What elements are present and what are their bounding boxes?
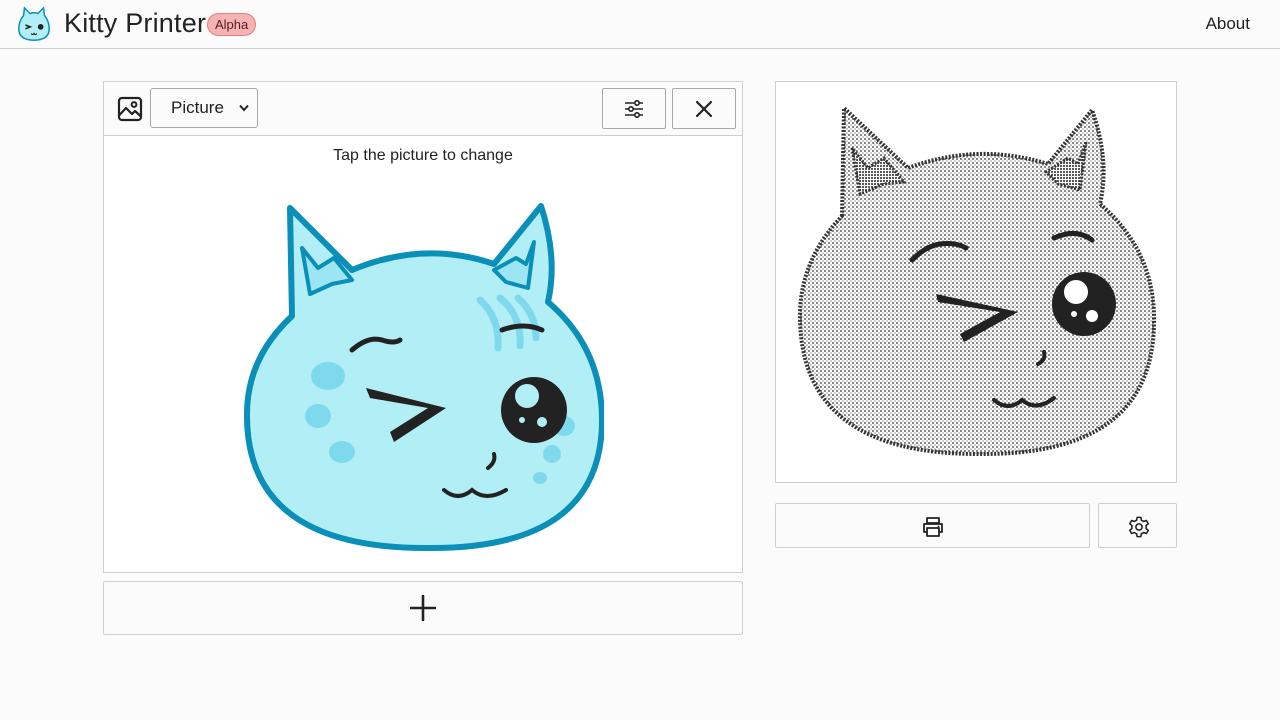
print-button[interactable] — [775, 503, 1090, 548]
alpha-badge: Alpha — [207, 13, 257, 36]
tap-hint: Tap the picture to change — [333, 147, 513, 164]
add-element-button[interactable] — [103, 581, 743, 635]
app-title: Kitty Printer — [64, 8, 207, 38]
cat-picture[interactable] — [244, 198, 604, 552]
top-bar: Kitty Printer Alpha About — [0, 0, 1280, 49]
gear-icon — [1128, 516, 1150, 538]
editor-toolbar: Picture — [104, 82, 742, 136]
chevron-down-icon — [239, 104, 249, 112]
image-icon — [117, 96, 143, 122]
print-preview — [775, 81, 1177, 483]
printer-icon — [923, 517, 943, 537]
adjust-button[interactable] — [602, 88, 666, 129]
close-button[interactable] — [672, 88, 736, 129]
editor-card: Picture Tap the picture to change — [103, 81, 743, 573]
kitty-logo-icon — [18, 6, 50, 41]
sliders-icon — [625, 99, 643, 119]
settings-button[interactable] — [1098, 503, 1177, 548]
close-icon — [695, 100, 713, 118]
dithered-cat-preview — [798, 106, 1157, 457]
about-link[interactable]: About — [1206, 14, 1250, 34]
plus-icon — [410, 595, 436, 621]
element-type-value: Picture — [171, 98, 224, 117]
element-type-select[interactable]: Picture — [150, 88, 258, 128]
